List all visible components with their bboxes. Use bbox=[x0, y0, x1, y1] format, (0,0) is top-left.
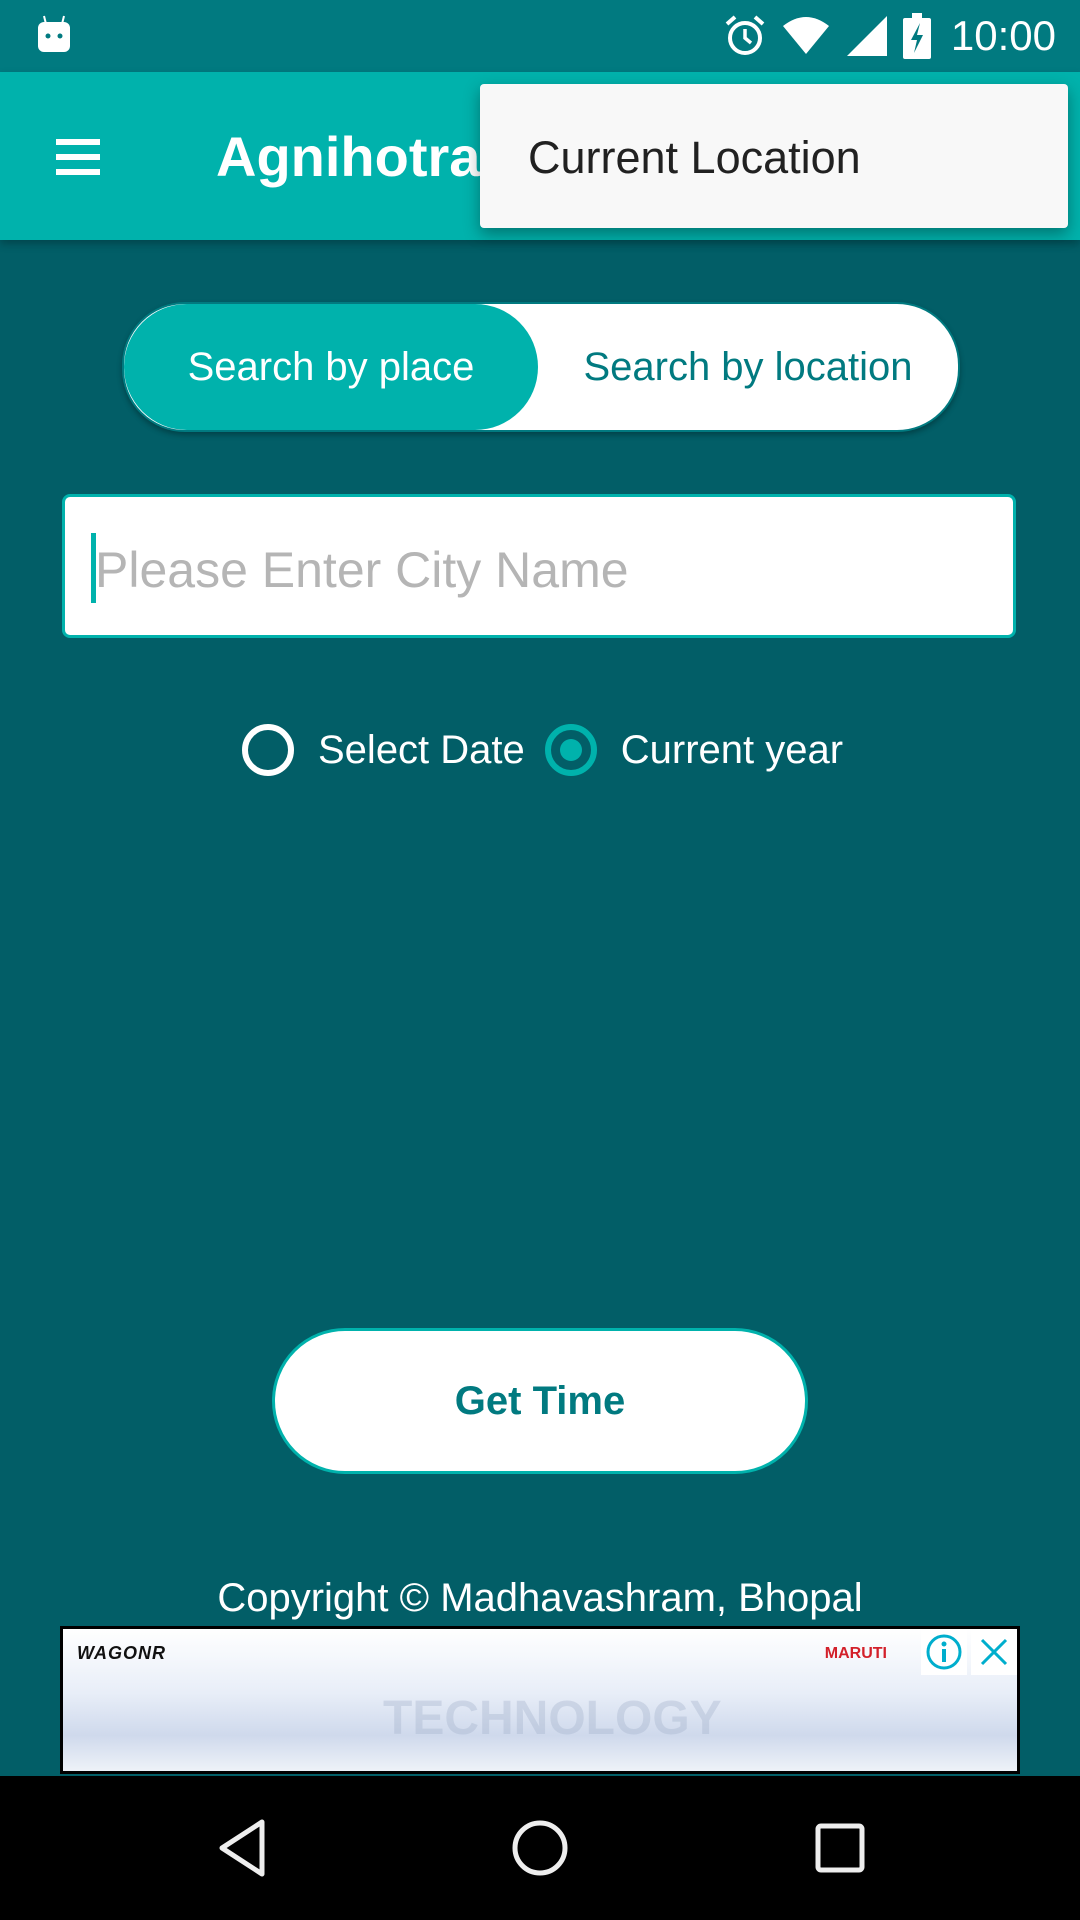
city-input-placeholder: Please Enter City Name bbox=[95, 542, 629, 598]
system-nav-bar bbox=[0, 1776, 1080, 1920]
back-icon[interactable] bbox=[206, 1812, 278, 1884]
city-name-input[interactable]: Please Enter City Name bbox=[62, 494, 1016, 638]
search-mode-toggle: Search by place Search by location bbox=[122, 302, 960, 432]
ad-banner[interactable]: WAGONR MARUTI TECHNOLOGY bbox=[60, 1626, 1020, 1774]
info-icon[interactable] bbox=[921, 1629, 967, 1675]
alarm-icon bbox=[725, 15, 765, 55]
recents-icon[interactable] bbox=[804, 1812, 876, 1884]
android-robot-icon bbox=[38, 15, 70, 52]
app-title: Agnihotra bbox=[216, 125, 481, 188]
menu-item-current-location[interactable]: Current Location bbox=[528, 132, 861, 184]
home-icon[interactable] bbox=[504, 1812, 576, 1884]
ad-tagline: TECHNOLOGY bbox=[383, 1692, 722, 1745]
get-time-button[interactable]: Get Time bbox=[272, 1328, 808, 1474]
radio-current-year[interactable] bbox=[544, 724, 597, 776]
radio-select-date[interactable] bbox=[242, 724, 294, 776]
status-bar: 10:00 bbox=[0, 0, 1080, 72]
hamburger-menu-icon[interactable] bbox=[44, 127, 114, 187]
ad-brand: WAGONR bbox=[77, 1643, 166, 1663]
copyright-text: Copyright © Madhavashram, Bhopal bbox=[217, 1576, 863, 1620]
tab-search-by-location[interactable]: Search by location bbox=[538, 304, 958, 430]
ad-maker: MARUTI bbox=[824, 1645, 887, 1662]
overflow-popup-menu: Current Location bbox=[480, 84, 1068, 228]
radio-label-current-year[interactable]: Current year bbox=[621, 728, 843, 773]
date-mode-radio-group: Select Date Current year bbox=[242, 720, 863, 780]
close-icon[interactable] bbox=[971, 1629, 1017, 1675]
radio-label-select-date[interactable]: Select Date bbox=[318, 728, 525, 773]
wifi-icon bbox=[782, 17, 829, 54]
status-time: 10:00 bbox=[950, 12, 1056, 59]
tab-search-by-place[interactable]: Search by place bbox=[124, 304, 538, 430]
battery-charging-icon bbox=[902, 13, 931, 59]
signal-icon bbox=[846, 16, 887, 56]
